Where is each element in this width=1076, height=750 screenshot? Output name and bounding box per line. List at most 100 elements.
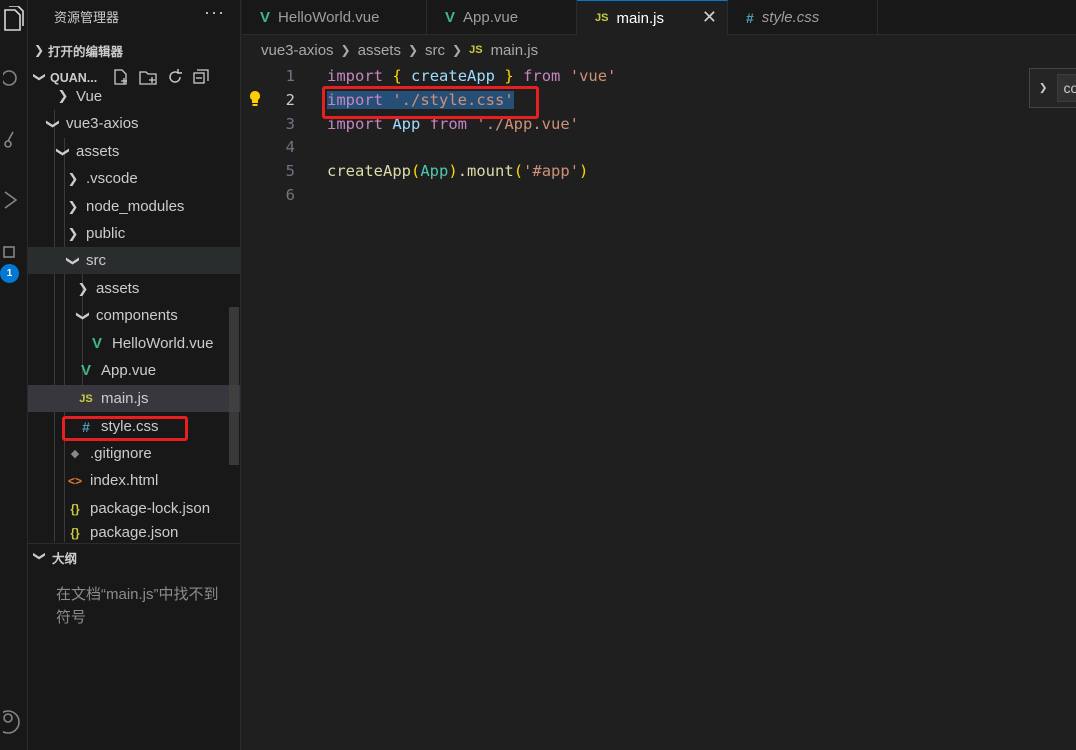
tree-label: HelloWorld.vue xyxy=(112,335,214,352)
tree-label: vue3-axios xyxy=(66,115,139,132)
tree-label: .vscode xyxy=(86,170,138,187)
js-icon: JS xyxy=(595,12,609,24)
chevron-right-icon: ❯ xyxy=(67,225,79,241)
tree-folder-public[interactable]: ❯ public xyxy=(28,220,228,247)
extensions-icon[interactable] xyxy=(0,246,28,266)
chevron-right-icon: ❯ xyxy=(67,198,79,214)
section-divider xyxy=(28,543,240,544)
tree-folder-assets[interactable]: ❯ assets xyxy=(28,138,228,165)
tab-style-css[interactable]: # style.css xyxy=(728,0,878,35)
tree-label: main.js xyxy=(101,390,149,407)
tree-file-package-json[interactable]: {} package.json xyxy=(28,522,228,543)
vue-icon: V xyxy=(445,9,456,26)
html-icon: <> xyxy=(68,473,83,488)
vue-icon: V xyxy=(91,335,102,352)
line-number: 1 xyxy=(285,67,295,85)
chevron-right-icon: ❯ xyxy=(67,170,79,186)
tree-label: components xyxy=(96,307,178,324)
tree-folder-src-assets[interactable]: ❯ assets xyxy=(28,275,228,302)
code-editor[interactable]: 1 2 3 4 5 6 import { createApp } from 'v… xyxy=(242,64,1076,750)
line-number: 6 xyxy=(285,186,295,204)
explorer-icon[interactable] xyxy=(0,6,28,34)
tree-label: public xyxy=(86,225,126,242)
outline-empty-message: 在文档“main.js”中找不到符号 xyxy=(56,586,219,626)
tab-label: HelloWorld.vue xyxy=(278,9,380,26)
js-icon: JS xyxy=(79,392,93,405)
chevron-right-icon: ❯ xyxy=(340,43,351,57)
chevron-right-icon: ❯ xyxy=(452,43,463,57)
search-icon[interactable] xyxy=(0,66,28,90)
tree-file-gitignore[interactable]: ◆ .gitignore xyxy=(28,440,228,467)
tab-label: style.css xyxy=(761,9,820,26)
line-number: 2 xyxy=(285,91,295,109)
vue-icon: V xyxy=(80,362,91,379)
breadcrumb: vue3-axios ❯ assets ❯ src ❯ JS main.js xyxy=(242,36,1076,64)
find-input[interactable]: co xyxy=(1057,74,1076,102)
tab-helloworld-vue[interactable]: V HelloWorld.vue xyxy=(242,0,427,35)
json-icon: {} xyxy=(70,525,80,540)
css-icon: # xyxy=(746,9,754,26)
tree-folder-components[interactable]: ❯ components xyxy=(28,302,228,329)
breadcrumb-item[interactable]: main.js xyxy=(491,42,539,59)
tree-file-package-lock-json[interactable]: {} package-lock.json xyxy=(28,495,228,522)
account-icon[interactable] xyxy=(0,708,28,736)
chevron-right-icon: ❯ xyxy=(407,43,419,57)
explorer-scrollbar[interactable] xyxy=(229,307,239,465)
lightbulb-icon[interactable] xyxy=(248,90,262,108)
more-actions-icon[interactable]: ··· xyxy=(204,2,225,23)
breadcrumb-item[interactable]: src xyxy=(425,42,445,59)
tree-folder-src[interactable]: ❯ src xyxy=(28,247,240,274)
explorer-title: 资源管理器 xyxy=(54,9,120,25)
json-icon: {} xyxy=(70,501,80,516)
tree-label: assets xyxy=(96,280,140,297)
js-icon: JS xyxy=(469,44,483,56)
breadcrumb-item[interactable]: assets xyxy=(358,42,401,59)
explorer-sidebar: 资源管理器 ··· ❯ 打开的编辑器 ❯ QUAN... ❯ Vue ❯ vue… xyxy=(28,0,241,750)
highlight-box-style-css xyxy=(62,416,188,441)
tree-file-helloworld-vue[interactable]: V HelloWorld.vue xyxy=(28,330,228,357)
chevron-down-icon: ❯ xyxy=(46,118,61,129)
chevron-right-icon[interactable]: ❯ xyxy=(1039,80,1047,96)
git-icon: ◆ xyxy=(70,448,80,460)
find-widget[interactable]: ❯ co xyxy=(1029,68,1076,108)
tree-label: package.json xyxy=(90,524,179,541)
tree-file-main-js[interactable]: JS main.js xyxy=(28,385,240,412)
chevron-down-icon: ❯ xyxy=(66,255,81,266)
tree-folder-vscode[interactable]: ❯ .vscode xyxy=(28,165,228,192)
open-editors-section[interactable]: ❯ 打开的编辑器 xyxy=(28,39,240,61)
tree-file-index-html[interactable]: <> index.html xyxy=(28,467,228,494)
tree-folder-vue3-axios[interactable]: ❯ vue3-axios xyxy=(28,110,228,137)
tab-main-js[interactable]: JS main.js ✕ xyxy=(577,0,728,35)
tree-folder-vue[interactable]: ❯ Vue xyxy=(28,83,228,109)
chevron-right-icon: ❯ xyxy=(77,280,89,296)
tab-label: main.js xyxy=(616,9,664,27)
tree-label: index.html xyxy=(90,472,159,489)
tree-label: package-lock.json xyxy=(90,500,211,517)
outline-section[interactable]: ❯ 大纲 xyxy=(28,546,240,568)
tree-file-app-vue[interactable]: V App.vue xyxy=(28,357,228,384)
extensions-badge: 1 xyxy=(0,264,19,283)
chevron-down-icon: ❯ xyxy=(33,551,47,562)
tab-label: App.vue xyxy=(463,9,519,26)
line-number: 3 xyxy=(285,115,295,133)
tree-label: src xyxy=(86,252,106,269)
close-icon[interactable]: ✕ xyxy=(702,7,717,28)
vue-icon: V xyxy=(260,9,271,26)
chevron-down-icon: ❯ xyxy=(76,310,91,321)
source-control-icon[interactable] xyxy=(0,128,28,152)
code-line-1: import { createApp } from 'vue' xyxy=(327,67,617,85)
outline-label: 大纲 xyxy=(52,551,78,566)
breadcrumb-item[interactable]: vue3-axios xyxy=(261,42,334,59)
line-number: 5 xyxy=(285,162,295,180)
tree-label: node_modules xyxy=(86,198,185,215)
tree-label: Vue xyxy=(76,87,103,105)
open-editors-label: 打开的编辑器 xyxy=(48,44,124,59)
tab-app-vue[interactable]: V App.vue xyxy=(427,0,577,35)
tree-folder-node-modules[interactable]: ❯ node_modules xyxy=(28,193,228,220)
activity-bar: 1 xyxy=(0,0,28,750)
tree-label: assets xyxy=(76,143,120,160)
editor-tabs: V HelloWorld.vue V App.vue JS main.js ✕ … xyxy=(242,0,1076,35)
run-debug-icon[interactable] xyxy=(0,188,28,212)
tree-label: App.vue xyxy=(101,362,157,379)
tree-label: .gitignore xyxy=(90,445,152,462)
